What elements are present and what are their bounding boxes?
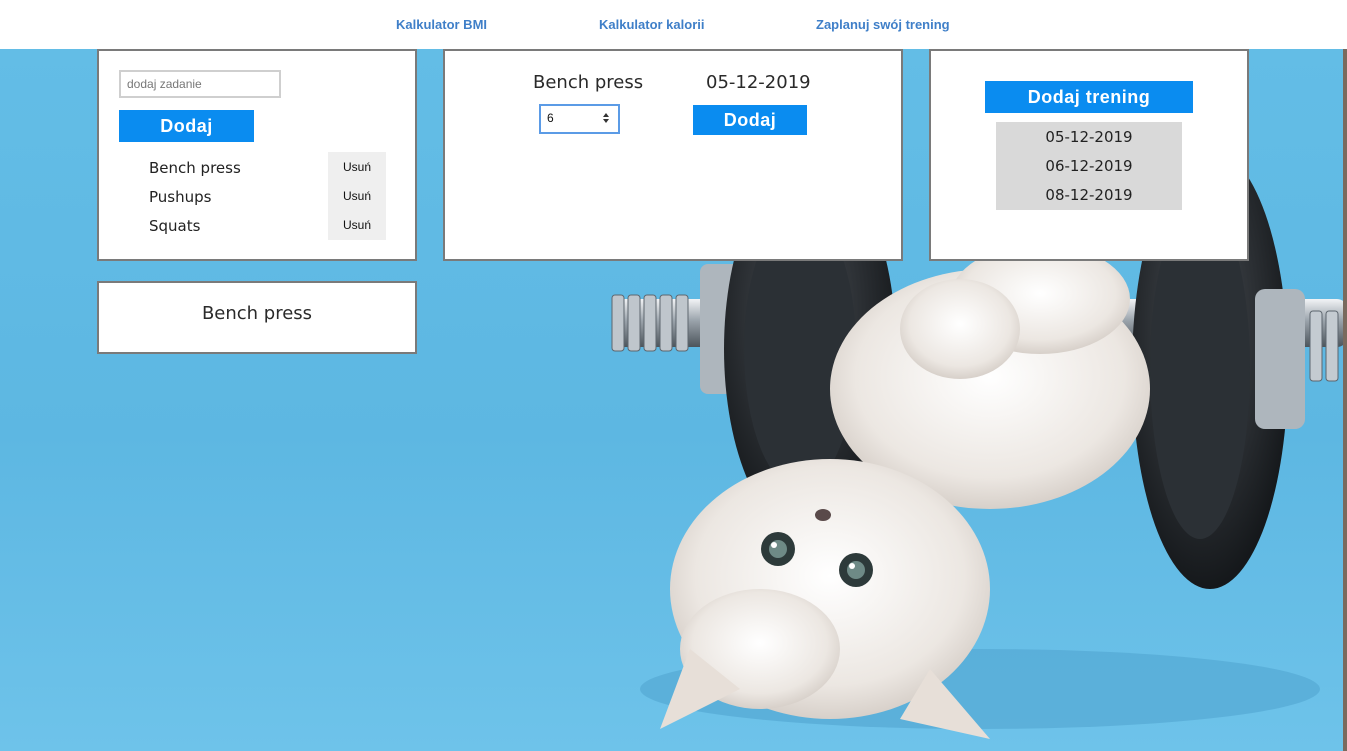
task-panel: Dodaj Bench press Usuń Pushups Usuń Squa…	[97, 49, 417, 261]
delete-task-button[interactable]: Usuń	[328, 181, 386, 211]
selected-exercise-title: Bench press	[201, 303, 313, 324]
exercise-date: 05-12-2019	[706, 72, 811, 93]
task-item-pushups[interactable]: Pushups	[149, 188, 211, 206]
top-navigation: Kalkulator BMI Kalkulator kalorii Zaplan…	[0, 0, 1347, 49]
add-task-input[interactable]	[119, 70, 281, 98]
nav-link-calories[interactable]: Kalkulator kalorii	[599, 17, 704, 32]
exercise-name: Bench press	[533, 72, 644, 93]
training-date-list: 05-12-2019 06-12-2019 08-12-2019	[996, 122, 1182, 210]
training-date-item[interactable]: 08-12-2019	[996, 186, 1182, 204]
exercise-entry-panel: Bench press 05-12-2019 6 Dodaj	[443, 49, 903, 261]
selected-exercise-panel: Bench press	[97, 281, 417, 354]
task-item-bench-press[interactable]: Bench press	[149, 159, 241, 177]
delete-task-button[interactable]: Usuń	[328, 210, 386, 240]
nav-link-plan-training[interactable]: Zaplanuj swój trening	[816, 17, 950, 32]
training-date-item[interactable]: 06-12-2019	[996, 157, 1182, 175]
background-edge	[1343, 49, 1347, 751]
repetitions-number-input[interactable]: 6	[539, 104, 620, 134]
task-item-squats[interactable]: Squats	[149, 217, 200, 235]
delete-task-button[interactable]: Usuń	[328, 152, 386, 182]
add-task-button[interactable]: Dodaj	[119, 110, 254, 142]
spinner-arrows-icon[interactable]	[602, 112, 610, 124]
add-training-button[interactable]: Dodaj trening	[985, 81, 1193, 113]
nav-link-bmi[interactable]: Kalkulator BMI	[396, 17, 487, 32]
add-exercise-button[interactable]: Dodaj	[693, 105, 807, 135]
training-date-item[interactable]: 05-12-2019	[996, 128, 1182, 146]
repetitions-value: 6	[547, 111, 554, 125]
trainings-panel: Dodaj trening 05-12-2019 06-12-2019 08-1…	[929, 49, 1249, 261]
